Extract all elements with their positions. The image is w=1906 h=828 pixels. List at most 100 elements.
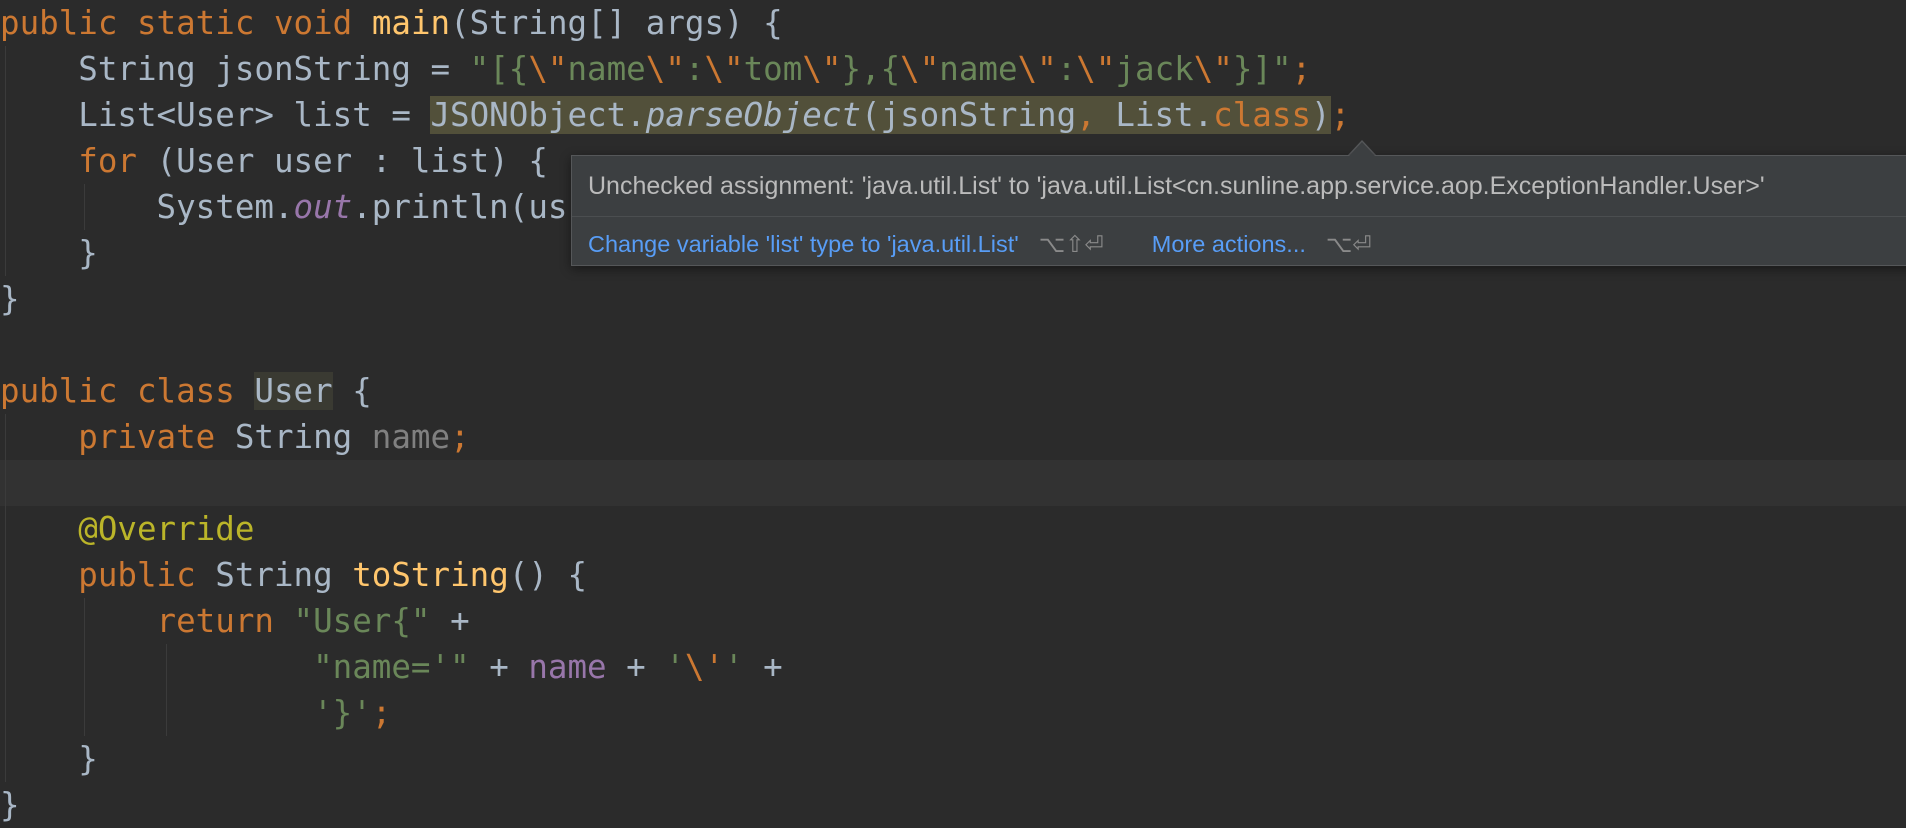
code-text: String (215, 418, 372, 456)
tooltip-arrow-fill (1349, 142, 1375, 156)
keyword: public (0, 4, 118, 42)
code-line-9[interactable]: public class User { (0, 368, 1906, 414)
indent-guide (5, 184, 6, 230)
code-text: () { (508, 556, 588, 594)
code-line-12[interactable]: @Override (0, 506, 1906, 552)
field-reference: name (528, 648, 607, 686)
code-text: .println(us (352, 188, 568, 226)
operator: + (469, 648, 529, 686)
indent-guide (166, 644, 167, 690)
indent-guide (5, 230, 6, 276)
keyword: class (1213, 96, 1312, 134)
unchecked-warning-highlight[interactable]: JSONObject.parseObject(jsonString, List.… (430, 96, 1331, 134)
code-text: List. (1115, 96, 1214, 134)
string-literal: : (1056, 50, 1077, 88)
indent-guide (84, 184, 85, 230)
code-line-1[interactable]: public static void main(String[] args) { (0, 0, 1906, 46)
indent-guide (5, 414, 6, 460)
escape-seq: \" (528, 50, 568, 88)
code-text: JSONObject. (430, 96, 646, 134)
quick-fix-actions: Change variable 'list' type to 'java.uti… (588, 231, 1372, 258)
indent-guide (5, 552, 6, 598)
annotation: @Override (78, 510, 255, 548)
code-line-18[interactable]: } (0, 782, 1906, 828)
escape-seq: \" (1193, 50, 1233, 88)
char-literal: ' (724, 648, 744, 686)
field-name: name (371, 418, 451, 456)
code-text: String jsonString = (78, 50, 470, 88)
code-line-14[interactable]: return "User{" + (0, 598, 1906, 644)
operator: + (606, 648, 666, 686)
method-name: main (371, 4, 451, 42)
indent-guide (166, 690, 167, 736)
code-line-13[interactable]: public String toString() { (0, 552, 1906, 598)
indent-guide (5, 92, 6, 138)
code-line-8[interactable] (0, 322, 1906, 368)
change-variable-type-link[interactable]: Change variable 'list' type to 'java.uti… (588, 231, 1019, 258)
indent-guide (5, 46, 6, 92)
code-editor[interactable]: public static void main(String[] args) {… (0, 0, 1906, 828)
indent-guide (5, 736, 6, 782)
escape-seq: \" (900, 50, 940, 88)
method-name: parseObject (645, 96, 861, 134)
code-text: List<User> list = (78, 96, 431, 134)
semicolon: ; (450, 418, 470, 456)
escape-seq: \" (704, 50, 744, 88)
code-text: } (78, 740, 98, 778)
class-name: User (254, 372, 333, 410)
shortcut-hint: ⌥⏎ (1325, 231, 1372, 257)
code-line-16[interactable]: '}'; (0, 690, 1906, 736)
keyword: class (136, 372, 235, 410)
string-literal: "name='" (313, 648, 470, 686)
string-literal: name (567, 50, 646, 88)
code-line-7[interactable]: } (0, 276, 1906, 322)
code-text: } (78, 234, 98, 272)
code-line-11-current[interactable] (0, 460, 1906, 506)
string-literal: jack (1115, 50, 1194, 88)
indent-guide (5, 506, 6, 552)
operator: + (743, 648, 783, 686)
code-line-17[interactable]: } (0, 736, 1906, 782)
code-text: (jsonString (860, 96, 1077, 134)
comma: , (1076, 96, 1116, 134)
escape-seq: \" (645, 50, 685, 88)
indent-guide (84, 598, 85, 644)
indent-guide (84, 690, 85, 736)
code-line-15[interactable]: "name='" + name + '\'' + (0, 644, 1906, 690)
string-literal: tom (743, 50, 803, 88)
code-text: (String[] args) { (450, 4, 783, 42)
indent-guide (5, 598, 6, 644)
code-text: String (195, 556, 353, 594)
method-name: toString (352, 556, 509, 594)
shortcut-hint: ⌥⇧⏎ (1038, 231, 1104, 257)
semicolon: ; (1330, 96, 1351, 134)
indent-guide (84, 644, 85, 690)
code-text: } (0, 280, 20, 318)
code-text: (User user : list) { (136, 142, 548, 180)
code-line-2[interactable]: String jsonString = "[{\"name\":\"tom\"}… (0, 46, 1906, 92)
keyword: for (78, 142, 137, 180)
keyword: public (78, 556, 196, 594)
code-line-10[interactable]: private String name; (0, 414, 1906, 460)
char-literal: ' (665, 648, 685, 686)
keyword: return (156, 602, 274, 640)
more-actions-link[interactable]: More actions... (1152, 231, 1306, 258)
warning-message: Unchecked assignment: 'java.util.List' t… (588, 172, 1765, 200)
code-text: } (0, 786, 20, 824)
indent-guide (5, 138, 6, 184)
code-text: + (430, 602, 470, 640)
keyword: static (136, 4, 255, 42)
string-literal: },{ (841, 50, 901, 88)
string-literal: "User{" (293, 602, 431, 640)
keyword: private (78, 418, 216, 456)
code-line-3[interactable]: List<User> list = JSONObject.parseObject… (0, 92, 1906, 138)
escape-seq: \' (684, 648, 725, 686)
code-text: { (332, 372, 372, 410)
inspection-tooltip: Unchecked assignment: 'java.util.List' t… (571, 155, 1906, 266)
semicolon: ; (1291, 50, 1312, 88)
escape-seq: \" (802, 50, 842, 88)
escape-seq: \" (1017, 50, 1057, 88)
code-text: System. (156, 188, 294, 226)
string-literal: : (684, 50, 705, 88)
indent-guide (5, 460, 6, 506)
